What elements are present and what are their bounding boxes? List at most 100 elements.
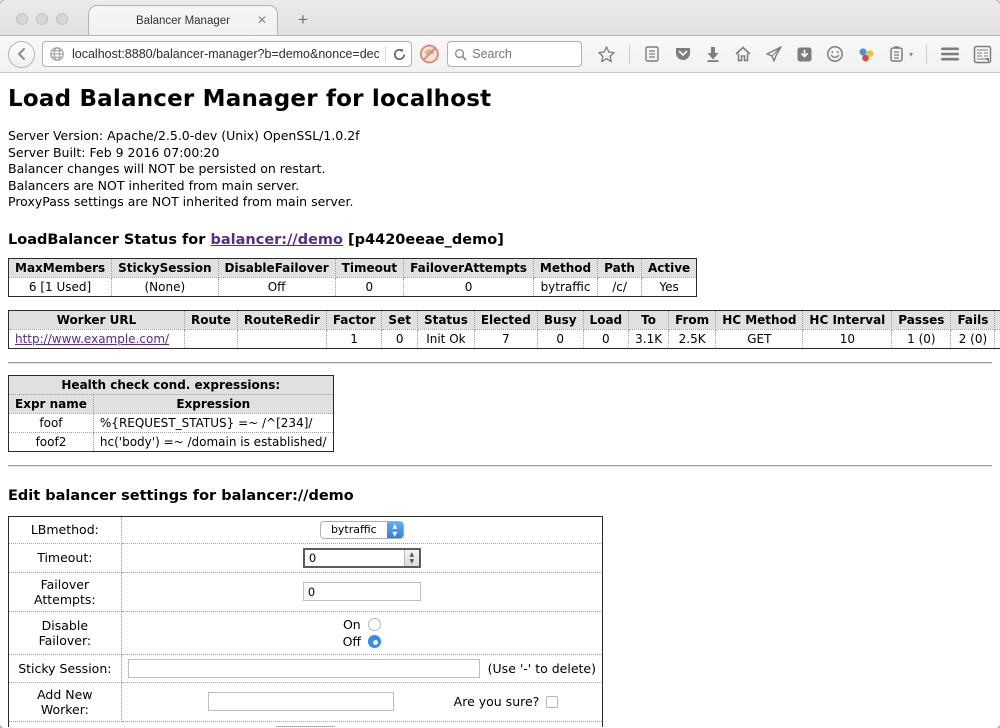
worker-row: http://www.example.com/ 1 0 Init Ok 7 0 … <box>9 329 1000 348</box>
col-hc-uri: HC uri <box>995 310 1000 329</box>
status-heading-suffix: [p4420eeae_demo] <box>343 232 504 248</box>
balancer-status-row: 6 [1 Used] (None) Off 0 0 bytraffic /c/ … <box>9 277 697 296</box>
col-maxmembers: MaxMembers <box>9 258 112 277</box>
cell-hc-interval: 10 <box>803 329 892 348</box>
lbmethod-row: LBmethod: bytraffic ▲▼ <box>9 516 603 543</box>
window-minimize-button[interactable] <box>36 13 48 25</box>
submit-row: Submit <box>9 721 603 727</box>
cell-failoverattempts: 0 <box>404 277 534 296</box>
balancer-demo-link[interactable]: balancer://demo <box>210 232 343 248</box>
are-you-sure-label: Are you sure? <box>454 694 540 709</box>
search-input[interactable] <box>472 47 572 61</box>
disable-failover-label: Disable Failover: <box>9 611 122 654</box>
send-page-icon[interactable] <box>765 45 783 63</box>
radio-on-label: On <box>343 616 361 633</box>
window-zoom-button[interactable] <box>56 13 68 25</box>
col-hc-method: HC Method <box>716 310 803 329</box>
home-icon[interactable] <box>734 45 752 63</box>
tab-balancer-manager[interactable]: Balancer Manager ✕ <box>88 5 278 35</box>
failover-attempts-input[interactable] <box>303 582 421 601</box>
health-check-row-foof: foof %{REQUEST_STATUS} =~ /^[234]/ <box>9 413 334 432</box>
timeout-input-wrap: ▲▼ <box>303 548 421 568</box>
sticky-session-input[interactable] <box>128 659 480 678</box>
pocket-icon[interactable] <box>674 45 692 63</box>
col-hc-interval: HC Interval <box>803 310 892 329</box>
container-icon[interactable] <box>889 45 904 63</box>
back-button[interactable] <box>8 41 35 68</box>
save-to-device-icon[interactable] <box>796 46 813 63</box>
search-bar[interactable] <box>447 41 582 67</box>
col-failoverattempts: FailoverAttempts <box>404 258 534 277</box>
cell-fails: 2 (0) <box>951 329 995 348</box>
cell-route <box>185 329 238 348</box>
col-load: Load <box>583 310 629 329</box>
toolbar-separator-2 <box>926 44 927 64</box>
col-from: From <box>669 310 716 329</box>
cell-timeout: 0 <box>335 277 403 296</box>
cell-factor: 1 <box>326 329 382 348</box>
worker-header-row: Worker URL Route RouteRedir Factor Set S… <box>9 310 1000 329</box>
cell-hc-uri <box>995 329 1000 348</box>
window-controls <box>16 13 68 25</box>
col-expr-name: Expr name <box>9 394 94 413</box>
blocked-extension-icon[interactable] <box>419 43 440 65</box>
select-stepper-icon: ▲▼ <box>387 521 403 539</box>
radio-off[interactable] <box>368 635 381 648</box>
cell-busy: 0 <box>537 329 583 348</box>
col-route: Route <box>185 310 238 329</box>
browser-window: Balancer Manager ✕ + localhost:8880/bala… <box>0 0 1000 728</box>
are-you-sure-checkbox[interactable] <box>546 696 558 708</box>
cell-status: Init Ok <box>417 329 474 348</box>
tab-close-icon[interactable]: ✕ <box>257 13 267 27</box>
number-spinner-icon[interactable]: ▲▼ <box>404 550 419 566</box>
cell-path: /c/ <box>598 277 642 296</box>
cell-expression-2: hc('body') =~ /domain is established/ <box>93 432 333 451</box>
add-worker-input[interactable] <box>208 692 394 711</box>
cell-maxmembers: 6 [1 Used] <box>9 277 112 296</box>
navigation-toolbar: localhost:8880/balancer-manager?b=demo&n… <box>0 36 1000 73</box>
balancer-status-header-row: MaxMembers StickySession DisableFailover… <box>9 258 697 277</box>
page-title: Load Balancer Manager for localhost <box>8 86 992 112</box>
cell-from: 2.5K <box>669 329 716 348</box>
radio-on[interactable] <box>368 618 381 631</box>
window-close-button[interactable] <box>16 13 28 25</box>
url-bar[interactable]: localhost:8880/balancer-manager?b=demo&n… <box>42 41 412 67</box>
col-timeout: Timeout <box>335 258 403 277</box>
bookmark-star-icon[interactable] <box>597 45 616 64</box>
col-fails: Fails <box>951 310 995 329</box>
lbmethod-select[interactable]: bytraffic ▲▼ <box>320 521 404 539</box>
submit-button[interactable]: Submit <box>274 726 337 728</box>
balancer-status-table: MaxMembers StickySession DisableFailover… <box>8 258 697 297</box>
download-icon[interactable] <box>705 46 721 62</box>
col-elected: Elected <box>474 310 537 329</box>
health-check-row-foof2: foof2 hc('body') =~ /domain is establish… <box>9 432 334 451</box>
new-tab-button[interactable]: + <box>292 10 314 30</box>
worker-url-link[interactable]: http://www.example.com/ <box>15 332 169 346</box>
reload-icon[interactable] <box>392 47 407 62</box>
cell-stickysession: (None) <box>112 277 218 296</box>
url-text[interactable]: localhost:8880/balancer-manager?b=demo&n… <box>72 47 379 61</box>
cell-hc-method: GET <box>716 329 803 348</box>
cell-elected: 7 <box>474 329 537 348</box>
health-check-table: Health check cond. expressions: Expr nam… <box>8 375 334 452</box>
col-method: Method <box>533 258 597 277</box>
feedback-smiley-icon[interactable] <box>826 45 844 63</box>
sticky-session-hint: (Use '-' to delete) <box>488 661 596 676</box>
health-check-header-row: Expr name Expression <box>9 394 334 413</box>
loadbalancer-status-heading: LoadBalancer Status for balancer://demo … <box>8 232 992 248</box>
tab-groups-icon[interactable] <box>973 45 992 64</box>
container-dropdown-caret[interactable]: ▾ <box>909 50 913 59</box>
col-stickysession: StickySession <box>112 258 218 277</box>
col-path: Path <box>598 258 642 277</box>
col-set: Set <box>382 310 418 329</box>
col-status: Status <box>417 310 474 329</box>
col-passes: Passes <box>892 310 951 329</box>
server-info: Server Version: Apache/2.5.0-dev (Unix) … <box>8 128 992 211</box>
col-factor: Factor <box>326 310 382 329</box>
cell-expression: %{REQUEST_STATUS} =~ /^[234]/ <box>93 413 333 432</box>
edit-balancer-heading: Edit balancer settings for balancer://de… <box>8 488 992 504</box>
reading-list-icon[interactable] <box>643 45 661 63</box>
timeout-input[interactable] <box>305 550 404 566</box>
menu-hamburger-icon[interactable] <box>940 46 960 62</box>
multi-dots-extension-icon[interactable] <box>857 45 876 64</box>
